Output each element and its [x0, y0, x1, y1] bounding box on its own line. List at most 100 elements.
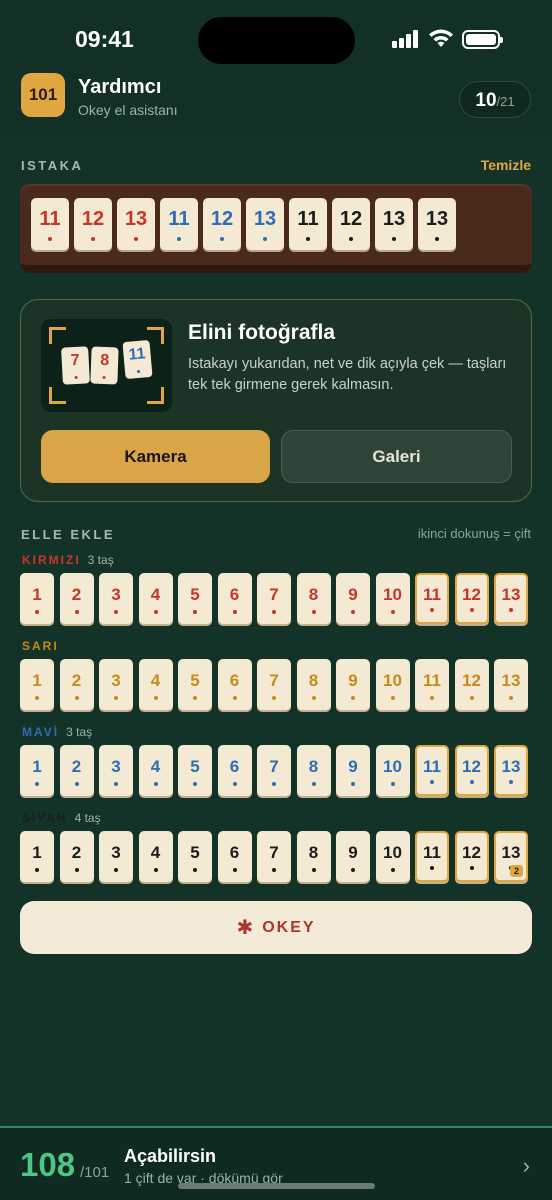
tile-button[interactable]: 12	[454, 831, 489, 882]
tile-number: 3	[111, 585, 121, 604]
status-bar: 09:41	[0, 0, 552, 76]
tile-number: 8	[308, 585, 319, 604]
wifi-icon	[429, 29, 453, 47]
tile-button[interactable]: 6	[217, 659, 252, 710]
tile-button[interactable]: 11	[415, 831, 449, 882]
tile-number: 9	[348, 843, 358, 862]
tile-button[interactable]: 1	[20, 659, 54, 710]
rack-tile[interactable]: 11	[289, 198, 327, 250]
tile-button[interactable]: 13 2	[494, 831, 528, 882]
rack-tile[interactable]: 13	[246, 198, 284, 250]
tile-number: 5	[190, 585, 200, 604]
tile-button[interactable]: 10	[375, 573, 410, 624]
tile-button[interactable]: 1	[20, 573, 54, 624]
color-name: SARI	[22, 639, 59, 653]
tile-button[interactable]: 13	[494, 745, 528, 796]
tile-button[interactable]: 9	[336, 659, 370, 710]
tile-number: 6	[229, 585, 240, 604]
tile-button[interactable]: 3	[99, 659, 133, 710]
tile-button[interactable]: 2	[59, 659, 94, 710]
app-title: Yardımcı	[78, 76, 162, 98]
tile-button[interactable]: 5	[178, 745, 212, 796]
tile-button[interactable]: 7	[257, 831, 291, 882]
rack-tile[interactable]: 11	[31, 198, 69, 250]
clock: 09:41	[75, 26, 134, 52]
tile-button[interactable]: 4	[138, 573, 173, 624]
tile-button[interactable]: 6	[217, 573, 252, 624]
tile-button[interactable]: 1	[20, 831, 54, 882]
tile-number: 9	[348, 585, 358, 604]
tile-button[interactable]: 6	[217, 831, 252, 882]
tile-number: 6	[229, 671, 240, 690]
tile-number: 5	[190, 843, 200, 862]
rack-tile[interactable]: 12	[203, 198, 241, 250]
tile-row-blue: 1 2 3 4 5 6 7 8 9 10 11 12 13	[20, 745, 528, 796]
rack-tiles: 11 12 13 11 12 13 11 12 13 13	[31, 198, 456, 250]
rack-tile[interactable]: 13	[117, 198, 155, 250]
tile-button[interactable]: 10	[375, 745, 410, 796]
rack-tile[interactable]: 13	[418, 198, 456, 250]
color-label-blue: MAVİ 3 taş	[22, 725, 92, 739]
tile-number: 2	[71, 843, 82, 862]
rack-tile[interactable]: 12	[74, 198, 112, 250]
tile-button[interactable]: 4	[138, 831, 173, 882]
tile-number: 12	[462, 671, 481, 690]
camera-button[interactable]: Kamera	[41, 430, 270, 483]
tile-button[interactable]: 5	[178, 659, 212, 710]
camera-frame-illustration: 7 8 11	[41, 319, 172, 412]
tile-button[interactable]: 9	[336, 831, 370, 882]
color-count: 4 taş	[74, 811, 101, 825]
tile-button[interactable]: 12	[454, 659, 489, 710]
tile-button[interactable]: 7	[257, 659, 291, 710]
tile-button[interactable]: 11	[415, 573, 449, 624]
tile-button[interactable]: 11	[415, 659, 449, 710]
tile-button[interactable]: 13	[494, 573, 528, 624]
tile-number: 2	[71, 585, 82, 604]
tile-button[interactable]: 8	[296, 659, 331, 710]
tile-button[interactable]: 10	[375, 659, 410, 710]
tile-number: 7	[269, 757, 279, 776]
tile-button[interactable]: 8	[296, 573, 331, 624]
tile-button[interactable]: 2	[59, 745, 94, 796]
chevron-right-icon[interactable]: ›	[523, 1153, 530, 1179]
color-name: SİYAH	[22, 811, 68, 825]
tile-number: 3	[111, 757, 121, 776]
okey-button[interactable]: ✱ OKEY	[20, 901, 532, 954]
tile-number: 3	[111, 843, 121, 862]
tile-button[interactable]: 4	[138, 659, 173, 710]
tile-number: 7	[269, 671, 279, 690]
tile-count: 10	[475, 90, 497, 111]
tile-button[interactable]: 6	[217, 745, 252, 796]
tile-button[interactable]: 9	[336, 573, 370, 624]
color-label-yellow: SARI	[22, 639, 59, 653]
rack-tile[interactable]: 13	[375, 198, 413, 250]
tile-button[interactable]: 2	[59, 831, 94, 882]
tile-number: 9	[348, 671, 358, 690]
gallery-button[interactable]: Galeri	[281, 430, 512, 483]
tile-button[interactable]: 3	[99, 573, 133, 624]
rack-tile[interactable]: 12	[332, 198, 370, 250]
tile-button[interactable]: 3	[99, 831, 133, 882]
tile-button[interactable]: 1	[20, 745, 54, 796]
tile-button[interactable]: 7	[257, 573, 291, 624]
tile-button[interactable]: 5	[178, 573, 212, 624]
tile-number: 13	[501, 671, 521, 690]
tile-button[interactable]: 3	[99, 745, 133, 796]
tile-button[interactable]: 8	[296, 831, 331, 882]
tile-button[interactable]: 10	[375, 831, 410, 882]
tile-button[interactable]: 11	[415, 745, 449, 796]
tile-button[interactable]: 2	[59, 573, 94, 624]
tile-button[interactable]: 12	[454, 573, 489, 624]
tile-button[interactable]: 13	[494, 659, 528, 710]
tile-button[interactable]: 8	[296, 745, 331, 796]
clear-button[interactable]: Temizle	[481, 157, 531, 173]
color-count: 3 taş	[87, 553, 114, 567]
tile-button[interactable]: 4	[138, 745, 173, 796]
tile-button[interactable]: 7	[257, 745, 291, 796]
rack-tile[interactable]: 11	[160, 198, 198, 250]
pair-count-badge: 2	[510, 865, 523, 877]
tile-button[interactable]: 9	[336, 745, 370, 796]
okey-label: OKEY	[262, 918, 316, 936]
tile-button[interactable]: 5	[178, 831, 212, 882]
tile-button[interactable]: 12	[454, 745, 489, 796]
